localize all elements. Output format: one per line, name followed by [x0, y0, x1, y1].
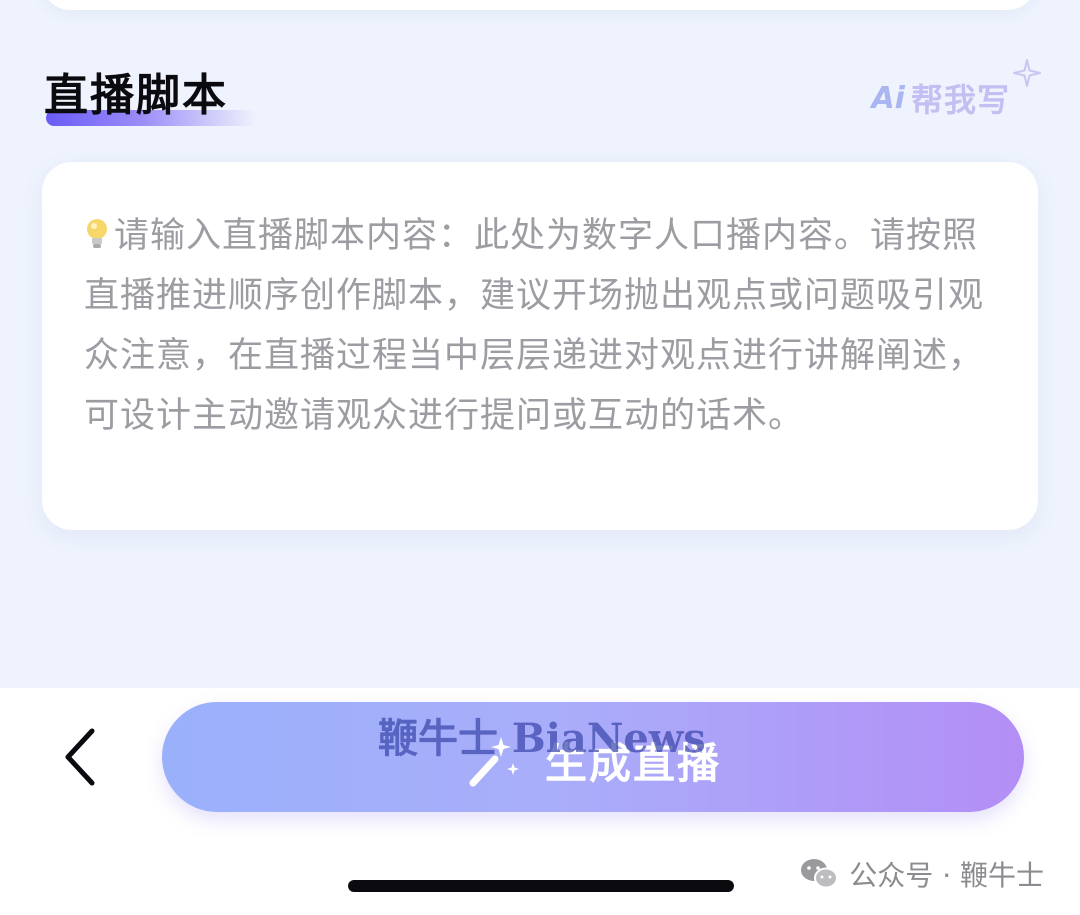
home-indicator: [348, 880, 734, 892]
wechat-source-text: 公众号 · 鞭牛士: [849, 859, 1044, 892]
section-title: 直播脚本: [44, 70, 228, 121]
wechat-source-tag: 公众号 · 鞭牛士: [799, 852, 1044, 896]
previous-card: [42, 0, 1036, 10]
ai-logo-icon: Ai: [871, 80, 905, 116]
script-input-card[interactable]: 请输入直播脚本内容：此处为数字人口播内容。请按照直播推进顺序创作脚本，建议开场抛…: [42, 162, 1038, 530]
script-input-placeholder: 请输入直播脚本内容：此处为数字人口播内容。请按照直播推进顺序创作脚本，建议开场抛…: [84, 206, 984, 446]
section-header: 直播脚本: [44, 68, 256, 128]
script-placeholder-text: 请输入直播脚本内容：此处为数字人口播内容。请按照直播推进顺序创作脚本，建议开场抛…: [84, 216, 985, 436]
generate-live-label: 生成直播: [544, 738, 721, 788]
back-button[interactable]: [52, 722, 108, 792]
ai-help-write-button[interactable]: Ai 帮我写: [871, 59, 1041, 120]
generate-live-button[interactable]: 生成直播: [162, 702, 1024, 812]
magic-wand-icon: [469, 737, 519, 787]
sparkle-icon: [1013, 59, 1041, 87]
chevron-left-icon: [65, 728, 95, 786]
ai-help-label: 帮我写: [910, 81, 1010, 119]
lightbulb-icon: [87, 219, 107, 248]
wechat-icon: [801, 859, 839, 889]
